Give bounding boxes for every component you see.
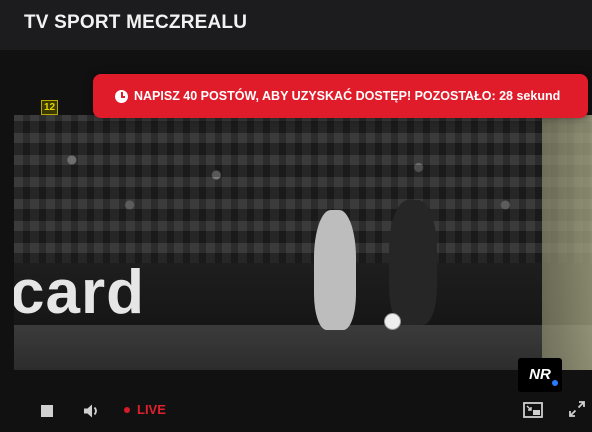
channel-logo-dot [552,380,558,386]
age-rating-badge: 12 [41,100,58,115]
page-title: TV SPORT MECZREALU [24,12,248,33]
live-dot-icon [124,406,130,413]
footballer-figure [389,200,437,325]
fullscreen-icon[interactable] [569,401,585,417]
footballer-figure [314,210,356,330]
stop-button[interactable] [41,405,53,417]
access-alert-text: NAPISZ 40 POSTÓW, ABY UZYSKAĆ DOSTĘP! PO… [134,89,561,103]
goalkeeper-figure [542,115,592,370]
player-controls: LIVE [0,392,592,432]
video-frame[interactable]: card [14,115,592,370]
clock-icon [115,89,128,103]
picture-in-picture-icon[interactable] [523,401,543,419]
page-header: TV SPORT MECZREALU [0,0,592,46]
channel-logo-text: NR [529,366,551,383]
crowd-overlay [14,115,592,265]
volume-icon[interactable] [82,402,100,420]
live-label: LIVE [137,402,166,417]
advertising-board-text: card [14,258,145,327]
pitch [14,325,592,370]
access-alert-banner: NAPISZ 40 POSTÓW, ABY UZYSKAĆ DOSTĘP! PO… [93,74,588,118]
channel-logo: NR [518,358,562,392]
live-indicator: LIVE [124,402,166,417]
football [384,313,401,330]
